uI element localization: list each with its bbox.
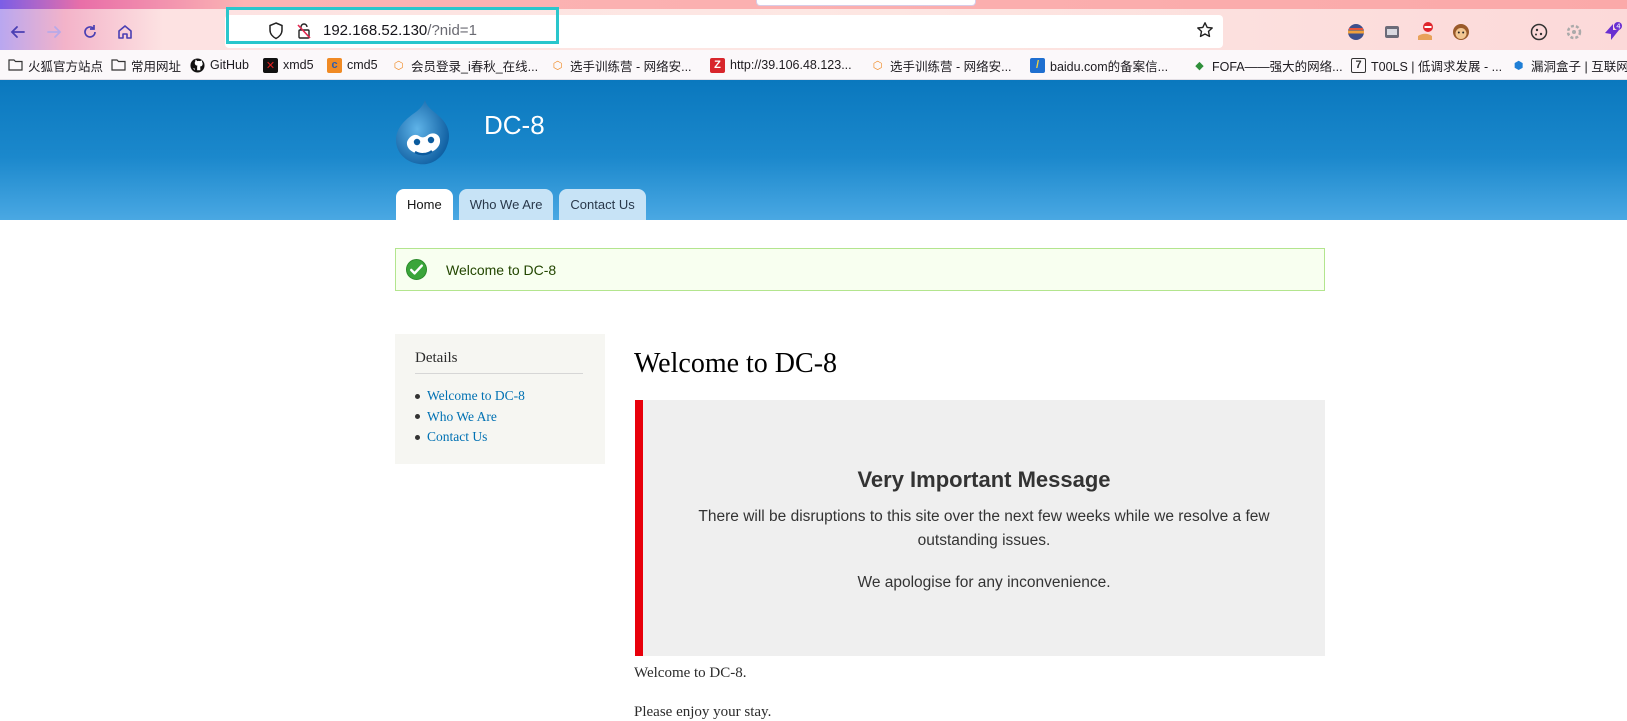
bookmark-cmd5[interactable]: c cmd5 xyxy=(327,56,378,74)
notice-text: There will be disruptions to this site o… xyxy=(698,508,1270,549)
tab-who-we-are[interactable]: Who We Are xyxy=(458,189,554,220)
sidebar-link-contact-us[interactable]: Contact Us xyxy=(427,429,487,445)
extension-purple-icon[interactable]: 4 xyxy=(1600,20,1624,44)
bullet xyxy=(415,393,420,399)
sidebar-link-welcome[interactable]: Welcome to DC-8 xyxy=(427,388,525,404)
reload-icon xyxy=(84,25,96,38)
body-paragraph: Welcome to DC-8. xyxy=(634,665,747,681)
bookmark-label: FOFA——强大的网络... xyxy=(1212,59,1343,74)
bookmark-label: http://39.106.48.123... xyxy=(730,58,852,72)
folder-icon xyxy=(111,59,126,71)
svg-text:4: 4 xyxy=(1616,23,1621,31)
tab-home[interactable]: Home xyxy=(396,189,453,220)
bookmark-ichunqiu[interactable]: ⬡ 会员登录_i春秋_在线... xyxy=(391,56,538,74)
bookmark-label: 会员登录_i春秋_在线... xyxy=(411,59,539,74)
ichunqiu-logo-icon: ⬡ xyxy=(393,59,404,72)
bookmark-fofa[interactable]: ◆ FOFA——强大的网络... xyxy=(1192,56,1343,74)
extension-cookie-icon[interactable] xyxy=(1527,20,1551,44)
extension-gear-icon[interactable] xyxy=(1562,20,1586,44)
primary-nav: Home Who We Are Contact Us xyxy=(396,189,646,220)
bookmark-github[interactable]: GitHub xyxy=(190,56,249,74)
url-host: 192.168.52.130 xyxy=(323,22,428,39)
status-message-text: Welcome to DC-8 xyxy=(446,262,557,278)
list-item: Welcome to DC-8 xyxy=(415,386,525,407)
sidebar-title: Details xyxy=(415,350,583,374)
drupal-logo-icon[interactable] xyxy=(393,98,453,168)
list-item: Who We Are xyxy=(415,407,525,428)
url-path: /?nid=1 xyxy=(427,22,477,39)
bookmark-label: 火狐官方站点 xyxy=(28,59,104,74)
bookmark-label: 选手训练营 - 网络安... xyxy=(890,59,1012,74)
bullet xyxy=(415,414,420,420)
check-circle-icon xyxy=(406,259,427,280)
reload-button[interactable] xyxy=(76,18,104,46)
bullet xyxy=(415,434,420,440)
list-item: Contact Us xyxy=(415,427,525,448)
back-button[interactable] xyxy=(4,18,32,46)
active-tab-edge[interactable] xyxy=(756,0,976,6)
browser-toolbar: 192.168.52.130/?nid=1 4 xyxy=(0,0,1627,50)
folder-icon xyxy=(8,59,23,71)
ichunqiu-logo-icon: ⬡ xyxy=(872,59,883,72)
bookmark-xmd5[interactable]: ✕ xmd5 xyxy=(263,56,314,74)
important-notice-box: Very Important Message There will be dis… xyxy=(635,400,1325,656)
vulbox-logo-icon: ⬢ xyxy=(1513,59,1524,72)
shield-icon[interactable] xyxy=(268,22,284,40)
bookmark-label: xmd5 xyxy=(283,58,314,72)
back-arrow-icon xyxy=(10,26,25,38)
extension-grid-icon[interactable] xyxy=(1380,20,1404,44)
bookmark-ip-link[interactable]: Z http://39.106.48.123... xyxy=(710,56,852,74)
url-text[interactable]: 192.168.52.130/?nid=1 xyxy=(323,22,477,39)
bookmark-label: baidu.com的备案信... xyxy=(1050,59,1169,74)
x-logo-icon: ✕ xyxy=(263,57,278,73)
site-name[interactable]: DC-8 xyxy=(484,110,545,141)
bookmark-training-2[interactable]: ⬡ 选手训练营 - 网络安... xyxy=(870,56,1012,74)
status-message: Welcome to DC-8 xyxy=(395,248,1325,291)
site-header: DC-8 Home Who We Are Contact Us xyxy=(0,80,1627,220)
extension-stop-icon[interactable] xyxy=(1414,20,1438,44)
home-button[interactable] xyxy=(111,18,139,46)
sidebar-details: Details Welcome to DC-8 Who We Are Conta… xyxy=(395,334,605,464)
github-icon xyxy=(190,57,205,73)
forward-arrow-icon xyxy=(47,26,62,38)
bookmarks-bar: 火狐官方站点 常用网址 GitHub ✕ xmd5 c cmd5 ⬡ 会员登录_… xyxy=(0,50,1627,80)
fofa-shield-icon: ◆ xyxy=(1195,59,1204,72)
bookmark-vulbox[interactable]: ⬢ 漏洞盒子 | 互联网... xyxy=(1511,56,1627,74)
tab-contact-us[interactable]: Contact Us xyxy=(559,189,646,220)
bookmark-firefox-site[interactable]: 火狐官方站点 xyxy=(8,56,103,74)
bookmark-common-sites[interactable]: 常用网址 xyxy=(111,56,181,74)
bookmark-label: 常用网址 xyxy=(131,59,182,74)
t00ls-logo-icon: 7 xyxy=(1351,57,1366,73)
sidebar-link-list: Welcome to DC-8 Who We Are Contact Us xyxy=(415,386,525,448)
extension-monkey-icon[interactable] xyxy=(1449,20,1473,44)
cmd5-logo-icon: c xyxy=(327,57,342,73)
bookmark-label: T00LS | 低调求发展 - ... xyxy=(1371,59,1503,74)
bookmark-label: cmd5 xyxy=(347,58,378,72)
home-icon xyxy=(118,25,132,39)
insecure-lock-icon[interactable] xyxy=(296,22,312,40)
star-bookmark-icon[interactable] xyxy=(1196,21,1214,39)
page-title: Welcome to DC-8 xyxy=(634,348,838,379)
bookmark-baidu-icp[interactable]: / baidu.com的备案信... xyxy=(1030,56,1168,74)
bookmark-training-1[interactable]: ⬡ 选手训练营 - 网络安... xyxy=(550,56,692,74)
bookmark-label: 漏洞盒子 | 互联网... xyxy=(1531,59,1627,74)
forward-button[interactable] xyxy=(40,18,68,46)
notice-apology: We apologise for any inconvenience. xyxy=(857,574,1111,591)
bookmark-t00ls[interactable]: 7 T00LS | 低调求发展 - ... xyxy=(1351,56,1502,74)
ichunqiu-logo-icon: ⬡ xyxy=(552,59,563,72)
bookmark-label: GitHub xyxy=(210,58,249,72)
bookmark-label: 选手训练营 - 网络安... xyxy=(570,59,692,74)
z-logo-icon: Z xyxy=(710,57,725,73)
extension-globe-icon[interactable] xyxy=(1344,20,1368,44)
body-paragraph: Please enjoy your stay. xyxy=(634,704,772,720)
icp-logo-icon: / xyxy=(1030,57,1045,73)
notice-heading: Very Important Message xyxy=(857,467,1111,492)
sidebar-link-who-we-are[interactable]: Who We Are xyxy=(427,409,497,425)
